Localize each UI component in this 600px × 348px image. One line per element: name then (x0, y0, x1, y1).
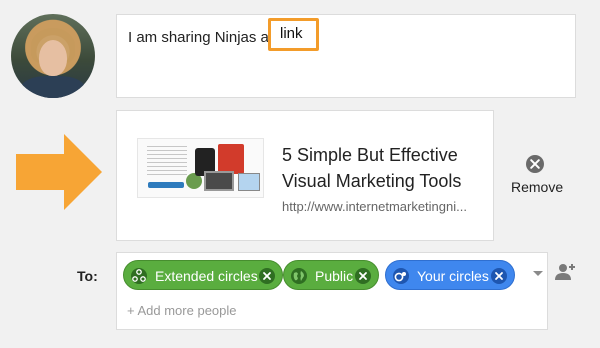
chevron-down-icon[interactable] (533, 271, 543, 276)
link-preview-card[interactable]: 5 Simple But Effective Visual Marketing … (116, 110, 494, 241)
link-preview-title[interactable]: 5 Simple But Effective Visual Marketing … (282, 142, 482, 194)
chip-remove-icon[interactable] (258, 267, 276, 285)
chip-your-circles[interactable]: Your circles (385, 260, 515, 290)
compose-text: I am sharing Ninjas as (128, 29, 277, 46)
chip-extended-circles[interactable]: Extended circles (123, 260, 283, 290)
thumbnail-book (218, 144, 244, 174)
thumbnail-button (148, 182, 184, 188)
to-label: To: (77, 268, 98, 284)
globe-icon (291, 268, 307, 284)
avatar-face (39, 40, 67, 76)
add-more-people-input[interactable]: + Add more people (127, 303, 237, 318)
chip-public[interactable]: Public (283, 260, 379, 290)
orange-arrow-icon (16, 134, 102, 210)
user-avatar (11, 14, 95, 98)
add-person-icon[interactable] (554, 262, 576, 282)
chip-remove-icon[interactable] (490, 267, 508, 285)
chip-label: Extended circles (155, 268, 258, 284)
thumbnail-screen (238, 173, 260, 191)
compose-box[interactable]: I am sharing Ninjas as (116, 14, 576, 98)
thumbnail-text-block (147, 146, 187, 176)
link-preview-thumbnail (137, 138, 264, 198)
chip-label: Public (315, 268, 354, 284)
remove-button[interactable]: Remove (511, 179, 563, 195)
thumbnail-laptop (204, 171, 234, 191)
recipients-field[interactable]: Extended circles Public Your circles + A… (116, 252, 548, 330)
circles-icon (393, 268, 409, 284)
chip-remove-icon[interactable] (354, 267, 372, 285)
link-chip-label: link (280, 25, 303, 42)
link-highlight[interactable]: link (268, 18, 319, 51)
link-preview-url[interactable]: http://www.internetmarketingni... (282, 199, 467, 214)
extended-circles-icon (131, 268, 147, 284)
avatar-shirt (21, 76, 85, 98)
remove-icon[interactable] (524, 153, 546, 175)
chip-label: Your circles (417, 268, 489, 284)
